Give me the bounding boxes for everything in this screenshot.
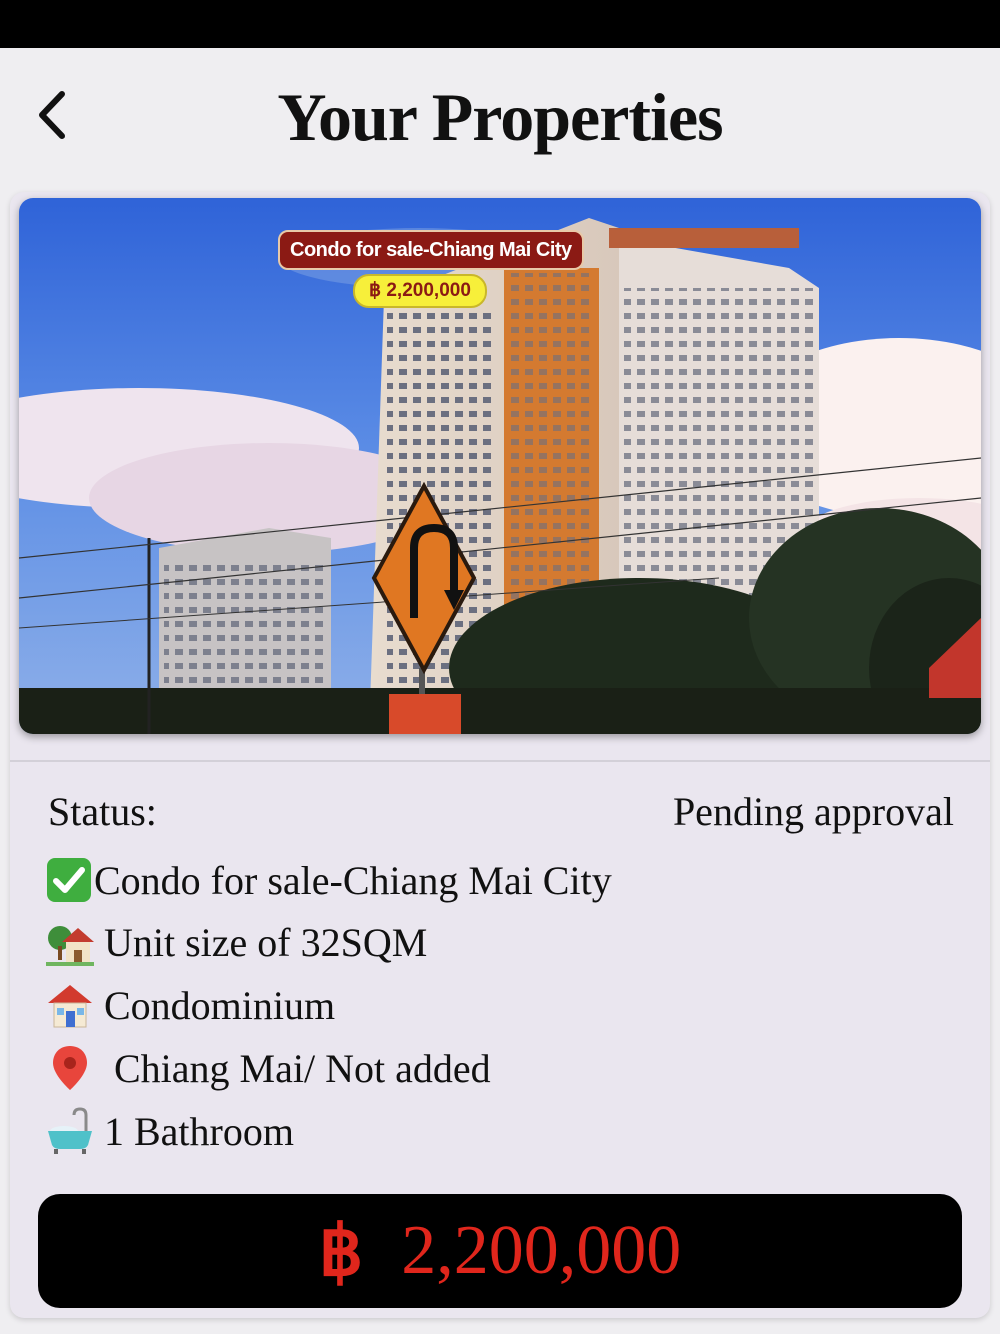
photo-overlay-title: Condo for sale-Chiang Mai City [278,230,584,270]
page-title: Your Properties [277,79,723,155]
status-row: Status: Pending approval [48,788,954,840]
property-photo[interactable]: Condo for sale-Chiang Mai City ฿ 2,200,0… [19,198,981,734]
status-value: Pending approval [672,789,954,834]
detail-property-type: Condominium [46,977,335,1033]
price-value: 2,200,000 [401,1212,682,1289]
detail-bathrooms: 1 Bathroom [46,1103,294,1159]
detail-text: Chiang Mai/ Not added [114,1045,491,1091]
price-button[interactable]: ฿ 2,200,000 [38,1194,962,1308]
bathtub-icon [46,1107,94,1155]
location-pin-icon [46,1044,94,1092]
detail-unit-size: Unit size of 32SQM [46,914,427,970]
photo-overlay-price: ฿ 2,200,000 [353,274,487,308]
property-card[interactable]: Condo for sale-Chiang Mai City ฿ 2,200,0… [10,192,990,1318]
house-garden-icon [46,918,94,966]
header: Your Properties [0,48,1000,188]
detail-text: 1 Bathroom [104,1108,294,1154]
currency-symbol: ฿ [318,1213,364,1291]
detail-text: Unit size of 32SQM [104,919,428,965]
divider [10,760,990,762]
check-icon [46,857,92,903]
status-bar [0,0,1000,48]
detail-text: Condominium [104,982,336,1028]
status-label: Status: [48,789,157,834]
detail-text: Condo for sale-Chiang Mai City [94,857,612,903]
detail-listing-title: Condo for sale-Chiang Mai City [46,852,612,908]
house-icon [46,981,94,1029]
detail-location: Chiang Mai/ Not added [46,1040,491,1096]
